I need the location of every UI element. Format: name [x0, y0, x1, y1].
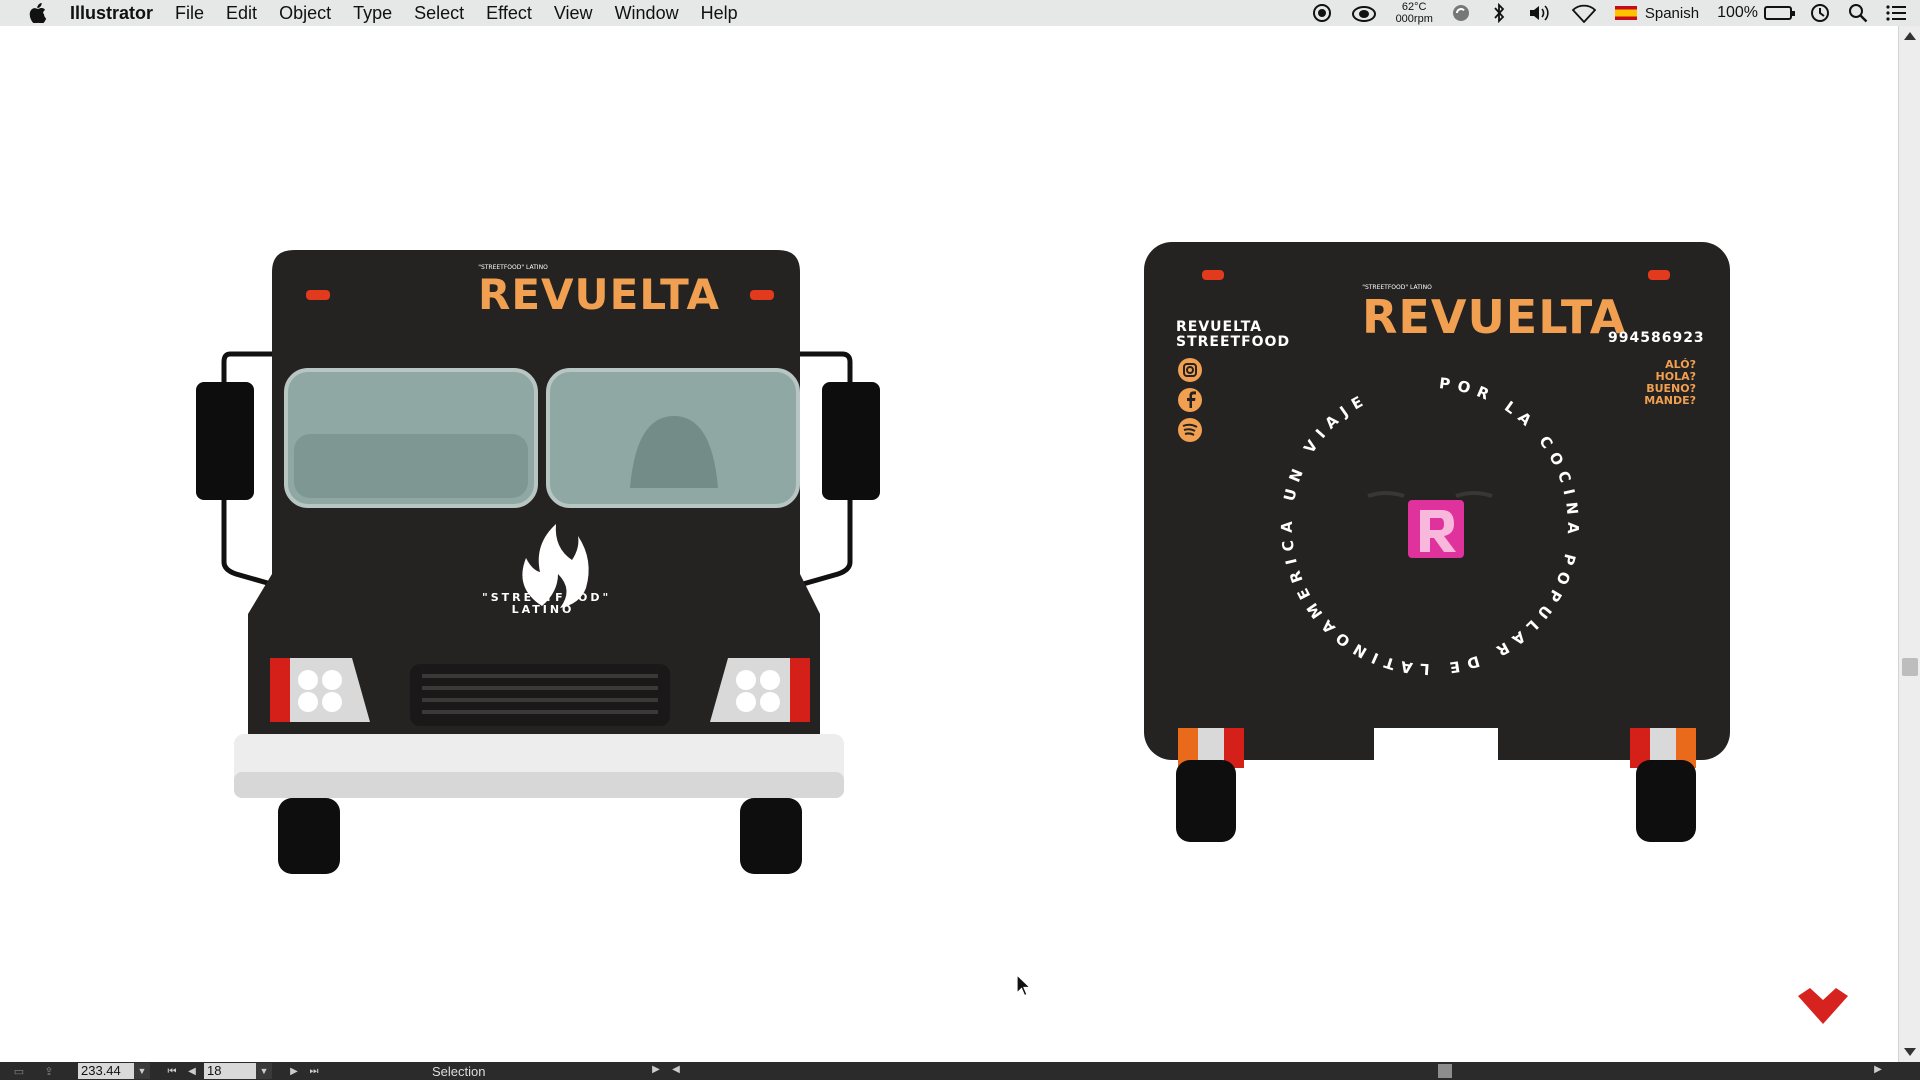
rear-name-line-1: REVUELTA — [1176, 319, 1263, 335]
vertical-scrollbar[interactable] — [1898, 26, 1920, 1062]
menu-object[interactable]: Object — [279, 3, 331, 24]
rear-phone-number: 994586923 — [1608, 330, 1705, 346]
temperature-value: 62°C — [1401, 1, 1427, 13]
notification-center-icon[interactable] — [1886, 3, 1906, 23]
document-status-bar: ▭ ⇪ 233.44 ▼ ⏮ ◀ 18 ▼ ▶ ⏭ Selection ▶ ◀ … — [0, 1062, 1920, 1080]
battery-icon — [1764, 6, 1795, 20]
menu-effect[interactable]: Effect — [486, 3, 532, 24]
status-menu-arrow-icon[interactable]: ▶ — [648, 1064, 664, 1075]
rear-brand-logo: REVUELTA — [1362, 290, 1627, 344]
artboard-number-field[interactable]: 18 — [204, 1063, 256, 1079]
previous-artboard-icon[interactable]: ◀ — [184, 1066, 200, 1077]
menu-view[interactable]: View — [554, 3, 593, 24]
input-language-label: Spanish — [1644, 4, 1700, 22]
horizontal-scroll-thumb[interactable] — [1438, 1064, 1452, 1078]
scroll-right-arrow-icon[interactable]: ▶ — [1870, 1064, 1886, 1075]
spotlight-search-icon[interactable] — [1848, 3, 1868, 23]
wifi-icon[interactable] — [1571, 3, 1597, 23]
instagram-icon — [1178, 358, 1202, 382]
rear-tagline-small: "STREETFOOD" LATINO — [1362, 284, 1432, 291]
battery-percent: 100% — [1717, 4, 1758, 21]
spotify-icon — [1178, 418, 1202, 442]
menu-edit[interactable]: Edit — [226, 3, 257, 24]
record-icon[interactable] — [1312, 3, 1332, 23]
clock-icon[interactable] — [1810, 3, 1830, 23]
rear-name-line-2: STREETFOOD — [1176, 334, 1291, 350]
menu-window[interactable]: Window — [615, 3, 679, 24]
menu-bar: Illustrator File Edit Object Type Select… — [0, 0, 1920, 26]
menu-file[interactable]: File — [175, 3, 204, 24]
first-artboard-icon[interactable]: ⏮ — [164, 1066, 180, 1077]
channel-logo-watermark — [1798, 988, 1848, 1024]
input-source-menu[interactable]: Spanish — [1614, 4, 1700, 22]
apple-menu-icon[interactable] — [26, 2, 48, 24]
app-menu-illustrator[interactable]: Illustrator — [70, 3, 153, 24]
mouse-cursor-icon — [1016, 974, 1032, 997]
export-icon[interactable]: ⇪ — [38, 1064, 60, 1078]
rear-greeting-4: MANDE? — [1644, 394, 1696, 407]
artboard-dropdown-icon[interactable]: ▼ — [256, 1063, 272, 1079]
menu-type[interactable]: Type — [353, 3, 392, 24]
scroll-left-arrow-icon[interactable]: ◀ — [668, 1064, 684, 1075]
battery-status[interactable]: 100% — [1717, 4, 1795, 22]
creative-cloud-icon[interactable] — [1350, 3, 1378, 23]
bluetooth-icon[interactable] — [1489, 3, 1509, 23]
current-tool-label: Selection — [432, 1063, 486, 1079]
horizontal-scrollbar[interactable]: ▶ ◀ ▶ — [644, 1062, 1894, 1080]
temperature-readout[interactable]: 62°C 000rpm — [1396, 1, 1433, 25]
truck-front-artwork[interactable] — [190, 244, 890, 884]
scroll-down-arrow-icon[interactable] — [1904, 1048, 1916, 1056]
last-artboard-icon[interactable]: ⏭ — [306, 1066, 322, 1077]
front-center-tagline-2: LATINO — [511, 603, 575, 616]
menu-select[interactable]: Select — [414, 3, 464, 24]
zoom-level-field[interactable]: 233.44 — [78, 1063, 134, 1079]
zoom-dropdown-icon[interactable]: ▼ — [134, 1063, 150, 1079]
vertical-scroll-thumb[interactable] — [1902, 658, 1918, 676]
volume-icon[interactable] — [1527, 3, 1553, 23]
spain-flag-icon — [1614, 6, 1637, 20]
menu-help[interactable]: Help — [701, 3, 738, 24]
scroll-up-arrow-icon[interactable] — [1904, 32, 1916, 40]
gpu-preview-icon[interactable]: ▭ — [8, 1064, 30, 1078]
artboard-canvas[interactable]: REVUELTA "STREETFOOD" LATINO "STREETFOOD… — [0, 26, 1898, 1062]
facebook-icon — [1178, 388, 1202, 412]
front-brand-logo: REVUELTA — [478, 270, 721, 319]
sync-icon[interactable] — [1451, 3, 1471, 23]
front-tagline-small: "STREETFOOD" LATINO — [478, 264, 548, 271]
fan-speed-value: 000rpm — [1395, 13, 1433, 25]
next-artboard-icon[interactable]: ▶ — [286, 1066, 302, 1077]
